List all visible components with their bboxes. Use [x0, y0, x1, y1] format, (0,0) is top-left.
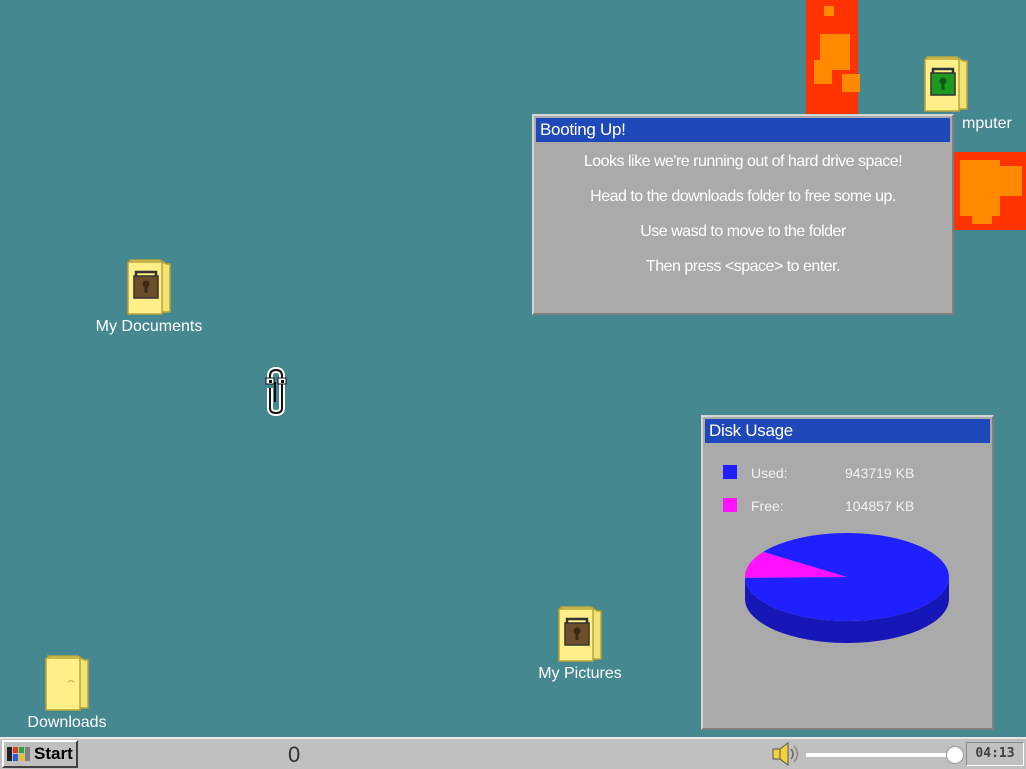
start-button[interactable]: Start: [2, 740, 78, 768]
desktop-icon-label: My Pictures: [538, 665, 622, 682]
legend-label: Used:: [751, 465, 788, 481]
locked-folder-icon: [127, 259, 171, 315]
volume-slider[interactable]: [806, 746, 964, 764]
speaker-icon[interactable]: [770, 741, 802, 767]
volume-slider-thumb[interactable]: [945, 746, 964, 764]
taskbar-clock: 04:13: [966, 742, 1024, 766]
boot-dialog-line: Head to the downloads folder to free som…: [590, 188, 896, 205]
disk-usage-window: Disk Usage Used: 943719 KB Free: 104857 …: [701, 415, 994, 730]
boot-dialog: Booting Up! Looks like we're running out…: [532, 114, 954, 315]
legend-swatch-free: [723, 498, 737, 512]
fire-block-icon: [806, 0, 860, 115]
disk-usage-pie-chart: [745, 533, 949, 643]
legend-value: 943719 KB: [845, 465, 915, 481]
desktop-icon-label: My Documents: [95, 318, 203, 335]
volume-slider-fill: [806, 753, 955, 757]
desktop-icon-my-documents[interactable]: My Documents: [79, 258, 219, 336]
desktop: My Documents mputer My Pictures Download…: [0, 0, 1026, 737]
folder-icon: [45, 655, 89, 711]
paperclip-icon[interactable]: [261, 366, 293, 416]
legend-label: Free:: [751, 498, 784, 514]
locked-folder-icon: [558, 606, 602, 662]
windows-logo-icon: [7, 747, 30, 761]
desktop-icon-my-pictures[interactable]: My Pictures: [510, 605, 650, 683]
desktop-icon-label: mputer: [962, 115, 1012, 132]
disk-usage-title: Disk Usage: [705, 419, 990, 443]
locked-folder-icon: [924, 56, 968, 112]
legend-value: 104857 KB: [845, 498, 915, 514]
desktop-icon-label: Downloads: [27, 714, 107, 731]
start-label: Start: [34, 744, 73, 763]
boot-dialog-line: Then press <space> to enter.: [645, 258, 841, 275]
boot-dialog-message: Looks like we're running out of hard dri…: [534, 142, 952, 284]
score-counter: 0: [288, 742, 301, 767]
fire-block-icon: [952, 152, 1026, 230]
boot-dialog-title: Booting Up!: [536, 118, 950, 142]
boot-dialog-line: Looks like we're running out of hard dri…: [583, 153, 903, 170]
taskbar: Start 0 04:13: [0, 737, 1026, 769]
desktop-icon-downloads[interactable]: Downloads: [0, 654, 137, 732]
legend-swatch-used: [723, 465, 737, 479]
boot-dialog-line: Use wasd to move to the folder: [640, 223, 846, 240]
